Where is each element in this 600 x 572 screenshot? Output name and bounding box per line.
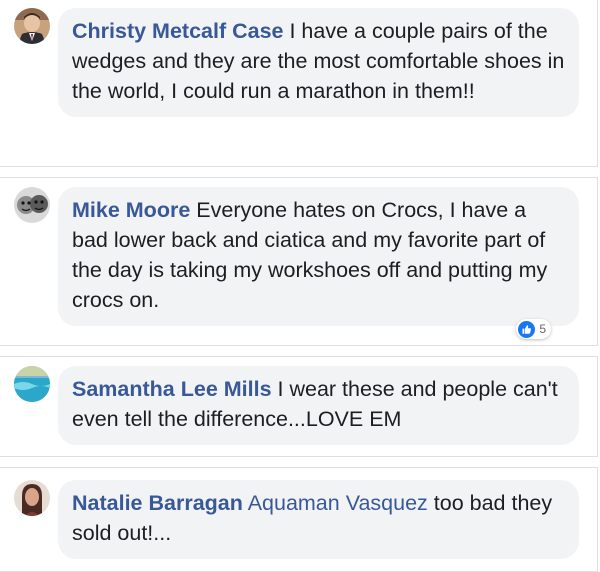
commenter-name-link[interactable]: Mike Moore [72,198,190,222]
comment-bubble: Natalie Barragan Aquaman Vasquez too bad… [58,480,579,559]
reaction-count: 5 [539,322,546,336]
commenter-name-link[interactable]: Natalie Barragan [72,491,243,515]
comment-card: Mike Moore Everyone hates on Crocs, I ha… [0,177,598,346]
commenter-name-link[interactable]: Samantha Lee Mills [72,377,272,401]
comment-card: Samantha Lee Mills I wear these and peop… [0,356,598,457]
commenter-avatar[interactable] [14,8,50,44]
commenter-name-link[interactable]: Christy Metcalf Case [72,19,284,43]
commenter-avatar[interactable] [14,187,50,223]
comment-bubble: Mike Moore Everyone hates on Crocs, I ha… [58,187,579,326]
mention-link[interactable]: Aquaman Vasquez [248,491,428,515]
comment-bubble: Samantha Lee Mills I wear these and peop… [58,366,579,445]
reaction-count-badge[interactable]: 5 [516,319,551,339]
comment-bubble: Christy Metcalf Case I have a couple pai… [58,8,579,117]
commenter-avatar[interactable] [14,480,50,516]
like-icon [518,320,536,338]
commenter-avatar[interactable] [14,366,50,402]
comment-card: Christy Metcalf Case I have a couple pai… [0,0,598,167]
comment-card: Natalie Barragan Aquaman Vasquez too bad… [0,467,598,572]
